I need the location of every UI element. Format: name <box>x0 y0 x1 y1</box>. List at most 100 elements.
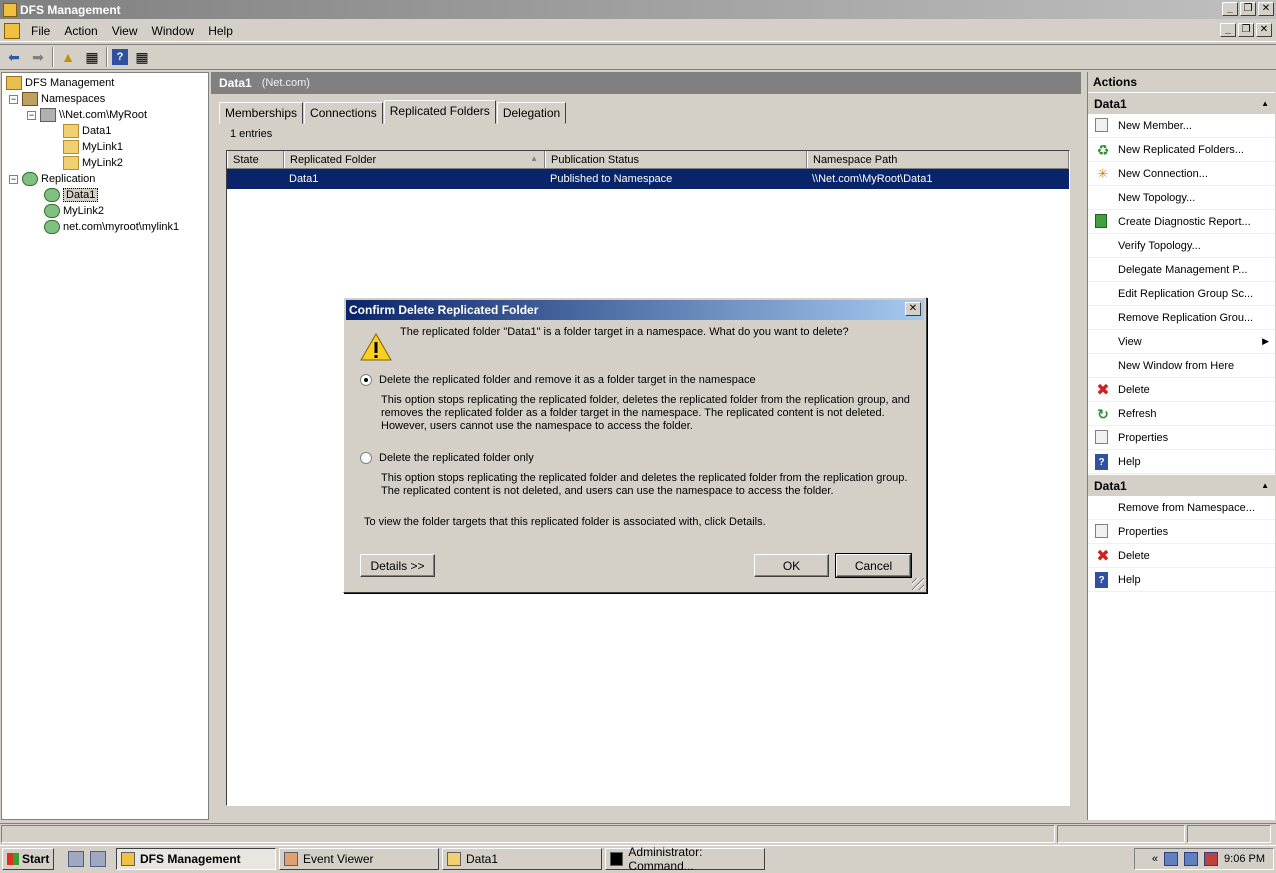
action-verify-topology[interactable]: Verify Topology... <box>1088 234 1275 258</box>
action-new-topology[interactable]: New Topology... <box>1088 186 1275 210</box>
ok-button[interactable]: OK <box>754 554 829 577</box>
action-view[interactable]: View ▶ <box>1088 330 1275 354</box>
resize-grip-icon[interactable] <box>912 578 924 590</box>
task-command-prompt[interactable]: Administrator: Command... <box>605 845 765 873</box>
mdi-system-icon[interactable] <box>4 22 20 39</box>
tree-node-ns-mylink2[interactable]: MyLink2 <box>63 155 123 171</box>
mdi-close-button[interactable]: ✕ <box>1256 23 1272 37</box>
action-label: New Connection... <box>1118 167 1208 180</box>
mdi-minimize-button[interactable]: _ <box>1220 23 1236 37</box>
tree-node-dfs-management[interactable]: DFS Management <box>6 75 114 91</box>
tree-node-repl-mylink1[interactable]: net.com\myroot\mylink1 <box>44 219 179 235</box>
action-new-window-from-here[interactable]: New Window from Here <box>1088 354 1275 378</box>
dialog-close-button[interactable]: ✕ <box>905 302 921 316</box>
action-new-member[interactable]: New Member... <box>1088 114 1275 138</box>
actions-section-data1-folder[interactable]: Data1 ▲ <box>1088 474 1275 496</box>
action-label: Create Diagnostic Report... <box>1118 215 1251 228</box>
action-folder-help[interactable]: ? Help <box>1088 568 1275 592</box>
action-folder-delete[interactable]: ✖ Delete <box>1088 544 1275 568</box>
radio-delete-and-remove[interactable] <box>360 374 372 386</box>
tree-node-replication[interactable]: − Replication <box>9 171 95 187</box>
column-header-namespace-path[interactable]: Namespace Path <box>807 151 1069 168</box>
radio-delete-only[interactable] <box>360 452 372 464</box>
actions-section-data1-group[interactable]: Data1 ▲ <box>1088 92 1275 114</box>
task-dfs-management[interactable]: DFS Management <box>116 847 276 870</box>
dialog-title: Confirm Delete Replicated Folder <box>349 303 539 317</box>
show-hide-tree-icon[interactable]: ▦ <box>82 47 102 67</box>
refresh-icon: ↻ <box>1097 405 1109 422</box>
back-arrow-icon[interactable]: ⬅ <box>4 47 24 67</box>
server-manager-icon[interactable] <box>68 850 84 867</box>
tray-expand-icon[interactable]: « <box>1152 853 1158 865</box>
close-button[interactable]: ✕ <box>1258 2 1274 16</box>
show-hide-action-pane-icon[interactable]: ▦ <box>132 47 152 67</box>
action-delete[interactable]: ✖ Delete <box>1088 378 1275 402</box>
collapse-icon[interactable]: − <box>9 94 18 104</box>
task-data1-folder[interactable]: Data1 <box>442 847 602 870</box>
network-status-icon[interactable] <box>1184 852 1199 866</box>
collapse-up-icon[interactable]: ▲ <box>1261 99 1269 110</box>
show-desktop-icon[interactable] <box>90 850 106 867</box>
network-icon[interactable] <box>1164 852 1179 866</box>
windows-logo-icon <box>7 852 19 865</box>
namespace-root-icon <box>40 108 56 122</box>
tree-node-repl-mylink2[interactable]: MyLink2 <box>44 203 104 219</box>
action-new-connection[interactable]: ✳ New Connection... <box>1088 162 1275 186</box>
volume-muted-icon[interactable] <box>1204 852 1219 866</box>
clock[interactable]: 9:06 PM <box>1224 853 1265 865</box>
column-header-publication-status[interactable]: Publication Status <box>545 151 807 168</box>
tree-node-ns-mylink1[interactable]: MyLink1 <box>63 139 123 155</box>
tree-node-ns-root[interactable]: − \\Net.com\MyRoot <box>27 107 147 123</box>
radio-selected-dot <box>364 378 368 382</box>
action-refresh[interactable]: ↻ Refresh <box>1088 402 1275 426</box>
up-folder-icon[interactable]: ▲ <box>58 47 78 67</box>
menu-help[interactable]: Help <box>201 22 240 40</box>
menu-view[interactable]: View <box>105 22 145 40</box>
tree-node-ns-data1[interactable]: Data1 <box>63 123 111 139</box>
action-edit-replication-group-schedule[interactable]: Edit Replication Group Sc... <box>1088 282 1275 306</box>
status-panel-2 <box>1057 825 1185 843</box>
action-remove-replication-group[interactable]: Remove Replication Grou... <box>1088 306 1275 330</box>
dialog-titlebar: Confirm Delete Replicated Folder <box>346 300 924 320</box>
command-prompt-icon <box>610 851 624 866</box>
tab-delegation[interactable]: Delegation <box>496 102 567 124</box>
action-folder-properties[interactable]: Properties <box>1088 520 1275 544</box>
tree-node-namespaces[interactable]: − Namespaces <box>9 91 105 107</box>
tab-replicated-folders[interactable]: Replicated Folders <box>383 100 496 124</box>
task-event-viewer[interactable]: Event Viewer <box>279 847 439 870</box>
action-help[interactable]: ? Help <box>1088 450 1275 474</box>
action-new-replicated-folders[interactable]: ♻ New Replicated Folders... <box>1088 138 1275 162</box>
details-button[interactable]: Details >> <box>360 554 435 577</box>
option2-label[interactable]: Delete the replicated folder only <box>379 452 534 464</box>
action-remove-from-namespace[interactable]: Remove from Namespace... <box>1088 496 1275 520</box>
option1-label[interactable]: Delete the replicated folder and remove … <box>379 374 756 386</box>
action-create-diagnostic-report[interactable]: Create Diagnostic Report... <box>1088 210 1275 234</box>
maximize-button[interactable]: ❐ <box>1240 2 1256 16</box>
table-row[interactable]: Data1 Published to Namespace \\Net.com\M… <box>227 169 1069 189</box>
tab-connections[interactable]: Connections <box>304 102 383 124</box>
action-properties[interactable]: Properties <box>1088 426 1275 450</box>
dfs-app-icon <box>3 2 17 17</box>
collapse-up-icon[interactable]: ▲ <box>1261 481 1269 492</box>
cancel-button[interactable]: Cancel <box>835 553 912 578</box>
namespaces-icon <box>22 92 38 106</box>
tree-label: Replication <box>41 173 96 185</box>
tab-memberships[interactable]: Memberships <box>219 102 304 124</box>
menu-file[interactable]: File <box>24 22 57 40</box>
start-button[interactable]: Start <box>2 847 54 870</box>
column-header-state[interactable]: State <box>227 151 284 168</box>
mdi-restore-button[interactable]: ❐ <box>1238 23 1254 37</box>
forward-arrow-icon[interactable]: ➡ <box>28 47 48 67</box>
tree-node-repl-data1[interactable]: Data1 <box>44 187 99 203</box>
minimize-button[interactable]: _ <box>1222 2 1238 16</box>
action-label: New Member... <box>1118 119 1192 132</box>
taskbar: Start DFS Management Event Viewer Data1 … <box>0 845 1276 873</box>
column-header-replicated-folder[interactable]: Replicated Folder ▲ <box>284 151 545 168</box>
action-delegate-management[interactable]: Delegate Management P... <box>1088 258 1275 282</box>
collapse-icon[interactable]: − <box>9 174 18 184</box>
menu-action[interactable]: Action <box>57 22 104 40</box>
window-titlebar: DFS Management _ ❐ ✕ <box>0 0 1276 19</box>
menu-window[interactable]: Window <box>145 22 202 40</box>
collapse-icon[interactable]: − <box>27 110 36 120</box>
help-icon[interactable]: ? <box>112 49 128 65</box>
